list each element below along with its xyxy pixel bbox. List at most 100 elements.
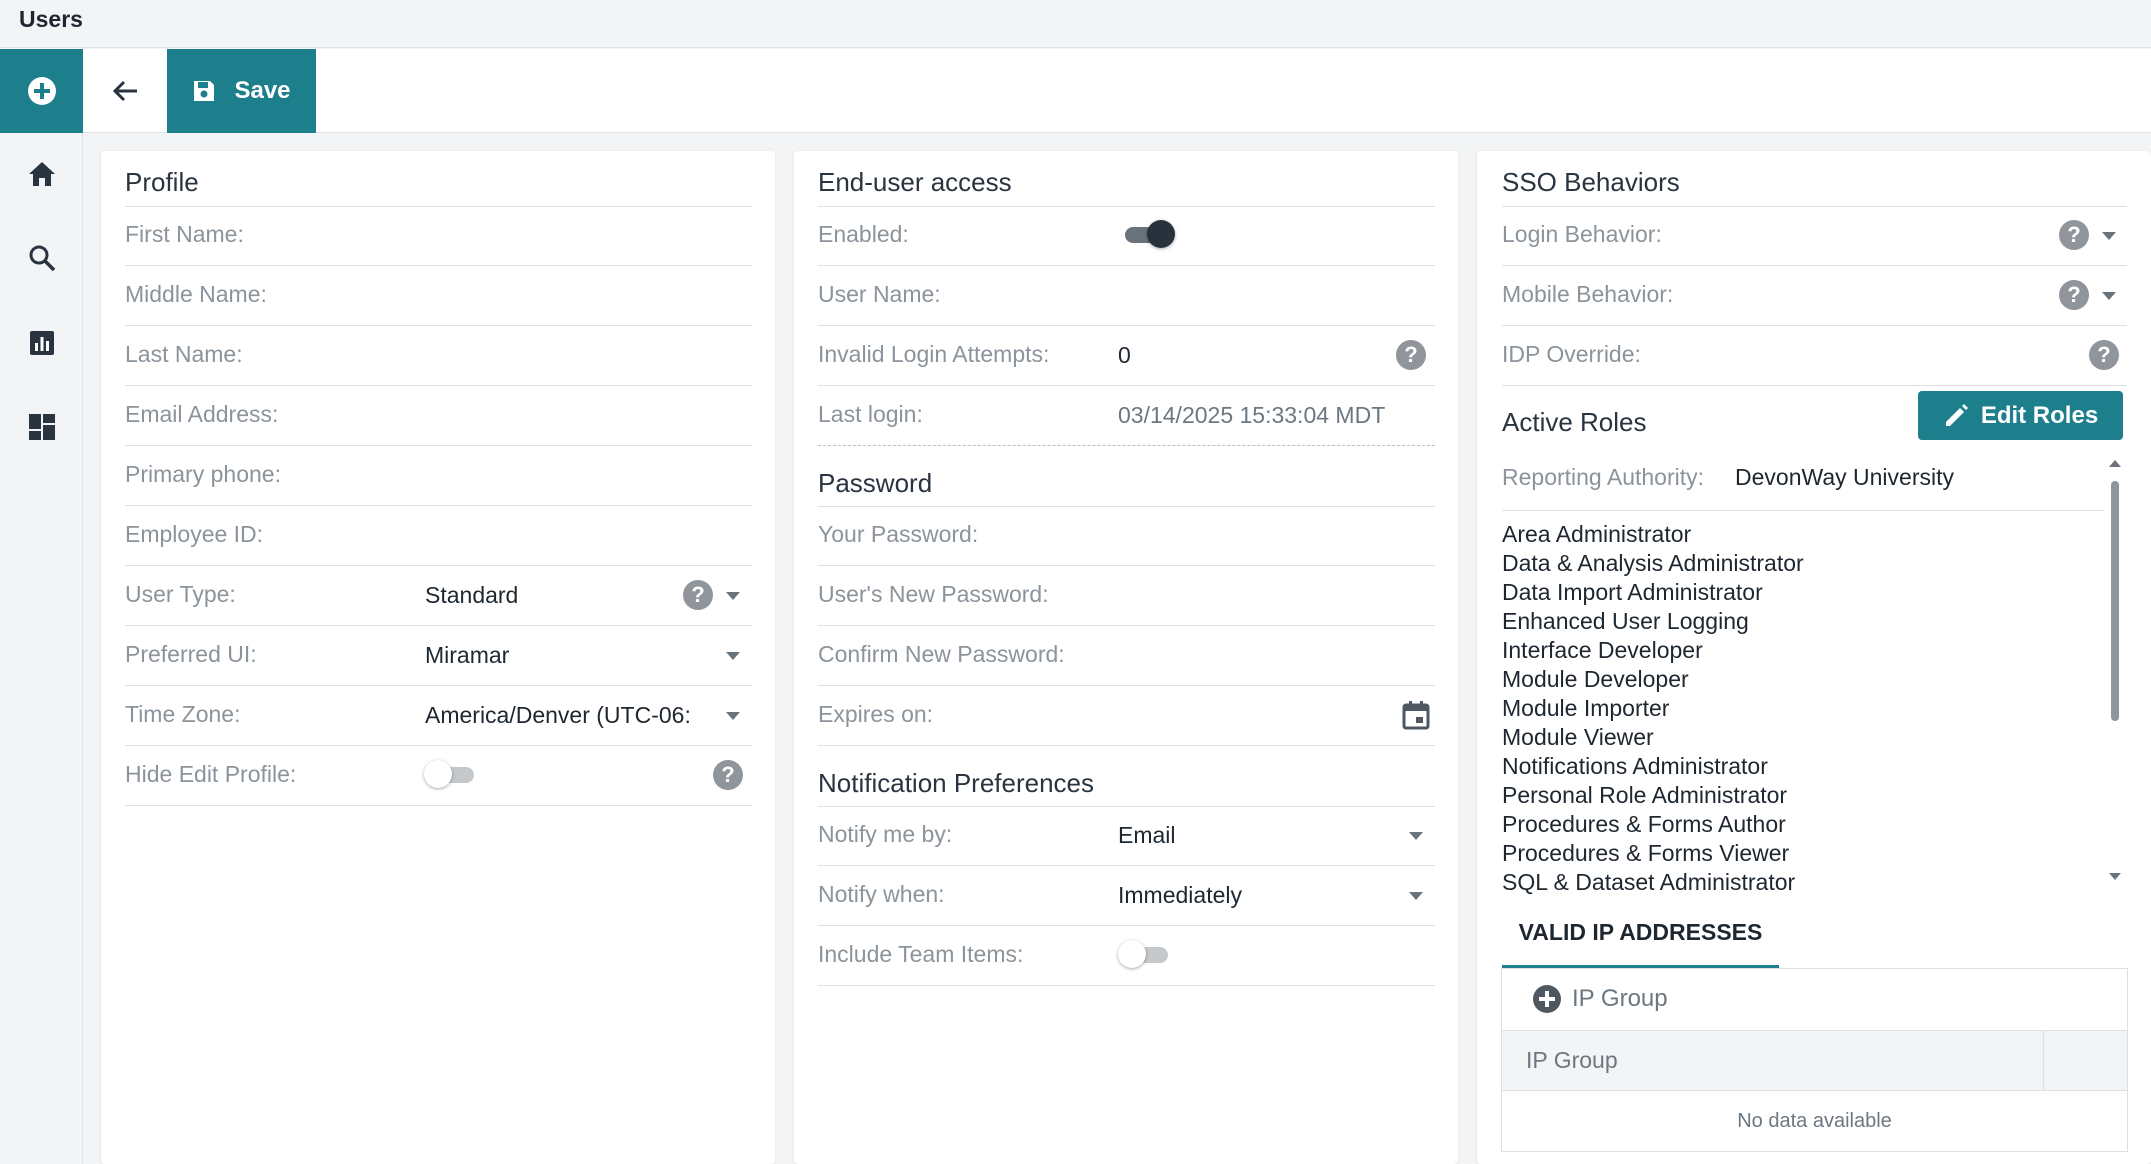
- search-icon: [29, 245, 55, 272]
- help-icon[interactable]: ?: [2089, 340, 2119, 370]
- chevron-down-icon[interactable]: [2102, 292, 2116, 300]
- help-icon[interactable]: ?: [683, 580, 713, 610]
- field-label: User Name:: [818, 281, 941, 307]
- field-label: Expires on:: [818, 701, 934, 727]
- help-icon[interactable]: ?: [713, 760, 743, 790]
- field-label: Last login:: [818, 401, 923, 427]
- help-icon[interactable]: ?: [2059, 280, 2089, 310]
- chevron-down-icon[interactable]: [1409, 892, 1423, 900]
- time-zone-row[interactable]: Time Zone: America/Denver (UTC-06:: [125, 686, 752, 746]
- username-row[interactable]: User Name:: [818, 266, 1435, 326]
- side-nav: [0, 133, 83, 1164]
- profile-title: Profile: [125, 167, 199, 197]
- new-password-row[interactable]: User's New Password:: [818, 566, 1435, 626]
- ip-table: IP Group IP Group No data available: [1501, 968, 2128, 1152]
- list-item: Personal Role Administrator: [1502, 782, 1788, 808]
- hide-edit-profile-row[interactable]: Hide Edit Profile: ?: [125, 746, 752, 806]
- phone-row[interactable]: Primary phone:: [125, 446, 752, 506]
- enabled-row[interactable]: Enabled:: [818, 206, 1435, 266]
- field-label: First Name:: [125, 221, 244, 247]
- field-label: Hide Edit Profile:: [125, 761, 297, 787]
- title-bar: Users: [0, 0, 2151, 48]
- scrollbar-thumb[interactable]: [2111, 481, 2119, 721]
- field-label: User Type:: [125, 581, 236, 607]
- nav-home[interactable]: [0, 144, 83, 204]
- field-label: Confirm New Password:: [818, 641, 1065, 667]
- user-type-row[interactable]: User Type: Standard ?: [125, 566, 752, 626]
- help-icon[interactable]: ?: [2059, 220, 2089, 250]
- field-label: Primary phone:: [125, 461, 281, 487]
- list-item: Procedures & Forms Author: [1502, 811, 1786, 837]
- home-icon: [28, 162, 55, 186]
- list-item: Module Developer: [1502, 666, 1689, 692]
- field-label: Include Team Items:: [818, 941, 1024, 967]
- employee-id-row[interactable]: Employee ID:: [125, 506, 752, 566]
- list-item: Module Importer: [1502, 695, 1670, 721]
- preferred-ui-select[interactable]: Miramar: [425, 626, 705, 684]
- plus-circle-icon: [1533, 985, 1561, 1013]
- include-team-toggle[interactable]: [1118, 940, 1170, 968]
- notify-by-row[interactable]: Notify me by: Email: [818, 806, 1435, 866]
- notifications-title: Notification Preferences: [818, 768, 1095, 798]
- reporting-authority-row: Reporting Authority: DevonWay University: [1502, 448, 2104, 511]
- field-label: Email Address:: [125, 401, 279, 427]
- scroll-up-icon[interactable]: [2108, 458, 2122, 468]
- nav-search[interactable]: [0, 228, 83, 288]
- toolbar: Save: [0, 49, 2151, 133]
- sso-title: SSO Behaviors: [1502, 167, 1680, 197]
- reporting-authority-value: DevonWay University: [1735, 464, 1954, 490]
- list-item: Enhanced User Logging: [1502, 608, 1749, 634]
- last-login-value: 03/14/2025 15:33:04 MDT: [1118, 402, 1386, 428]
- user-type-select[interactable]: Standard: [425, 566, 685, 624]
- scroll-down-icon[interactable]: [2108, 872, 2122, 882]
- empty-message: No data available: [1737, 1110, 1892, 1132]
- list-item: Data Import Administrator: [1502, 579, 1763, 605]
- add-ip-group-button[interactable]: IP Group: [1532, 984, 1668, 1014]
- field-label: Your Password:: [818, 521, 979, 547]
- expires-row[interactable]: Expires on:: [818, 686, 1435, 746]
- field-label: Middle Name:: [125, 281, 267, 307]
- save-button-label: Save: [234, 77, 291, 104]
- last-name-row[interactable]: Last Name:: [125, 326, 752, 386]
- chevron-down-icon[interactable]: [1409, 832, 1423, 840]
- column-header-ip-group[interactable]: IP Group: [1526, 1031, 1618, 1089]
- mobile-behavior-row[interactable]: Mobile Behavior: ?: [1502, 266, 2127, 326]
- your-password-row[interactable]: Your Password:: [818, 506, 1435, 566]
- notify-by-select[interactable]: Email: [1118, 806, 1176, 864]
- field-label: Invalid Login Attempts:: [818, 341, 1050, 367]
- confirm-password-row[interactable]: Confirm New Password:: [818, 626, 1435, 686]
- chevron-down-icon[interactable]: [2102, 232, 2116, 240]
- back-button[interactable]: [83, 49, 167, 133]
- save-button[interactable]: Save: [167, 49, 316, 133]
- roles-scrollbar[interactable]: [2108, 456, 2122, 888]
- idp-override-row[interactable]: IDP Override: ?: [1502, 326, 2127, 386]
- notify-when-row[interactable]: Notify when: Immediately: [818, 866, 1435, 926]
- floppy-disk-icon: [194, 81, 215, 101]
- tab-valid-ip-addresses[interactable]: VALID IP ADDRESSES: [1502, 912, 1779, 968]
- nav-dashboard[interactable]: [0, 397, 83, 457]
- password-title: Password: [818, 468, 933, 498]
- chevron-down-icon[interactable]: [726, 652, 740, 660]
- preferred-ui-row[interactable]: Preferred UI: Miramar: [125, 626, 752, 686]
- notify-when-select[interactable]: Immediately: [1118, 866, 1242, 924]
- first-name-row[interactable]: First Name:: [125, 206, 752, 266]
- help-icon[interactable]: ?: [1396, 340, 1426, 370]
- enabled-toggle[interactable]: [1119, 220, 1175, 248]
- include-team-row[interactable]: Include Team Items:: [818, 926, 1435, 986]
- field-label: Mobile Behavior:: [1502, 281, 1674, 307]
- list-item: Module Viewer: [1502, 724, 1654, 750]
- middle-name-row[interactable]: Middle Name:: [125, 266, 752, 326]
- field-label: Notify when:: [818, 881, 945, 907]
- chevron-down-icon[interactable]: [726, 712, 740, 720]
- email-row[interactable]: Email Address:: [125, 386, 752, 446]
- roles-list: Area Administrator Data & Analysis Admin…: [1502, 520, 1804, 897]
- add-button[interactable]: [0, 49, 83, 133]
- calendar-icon[interactable]: [1402, 700, 1430, 730]
- chevron-down-icon[interactable]: [726, 592, 740, 600]
- edit-roles-button[interactable]: Edit Roles: [1918, 391, 2123, 440]
- login-behavior-row[interactable]: Login Behavior: ?: [1502, 206, 2127, 266]
- edit-roles-label: Edit Roles: [1980, 401, 2099, 429]
- hide-edit-profile-toggle[interactable]: [424, 760, 476, 788]
- nav-reports[interactable]: [0, 313, 83, 373]
- time-zone-select[interactable]: America/Denver (UTC-06:: [425, 686, 710, 744]
